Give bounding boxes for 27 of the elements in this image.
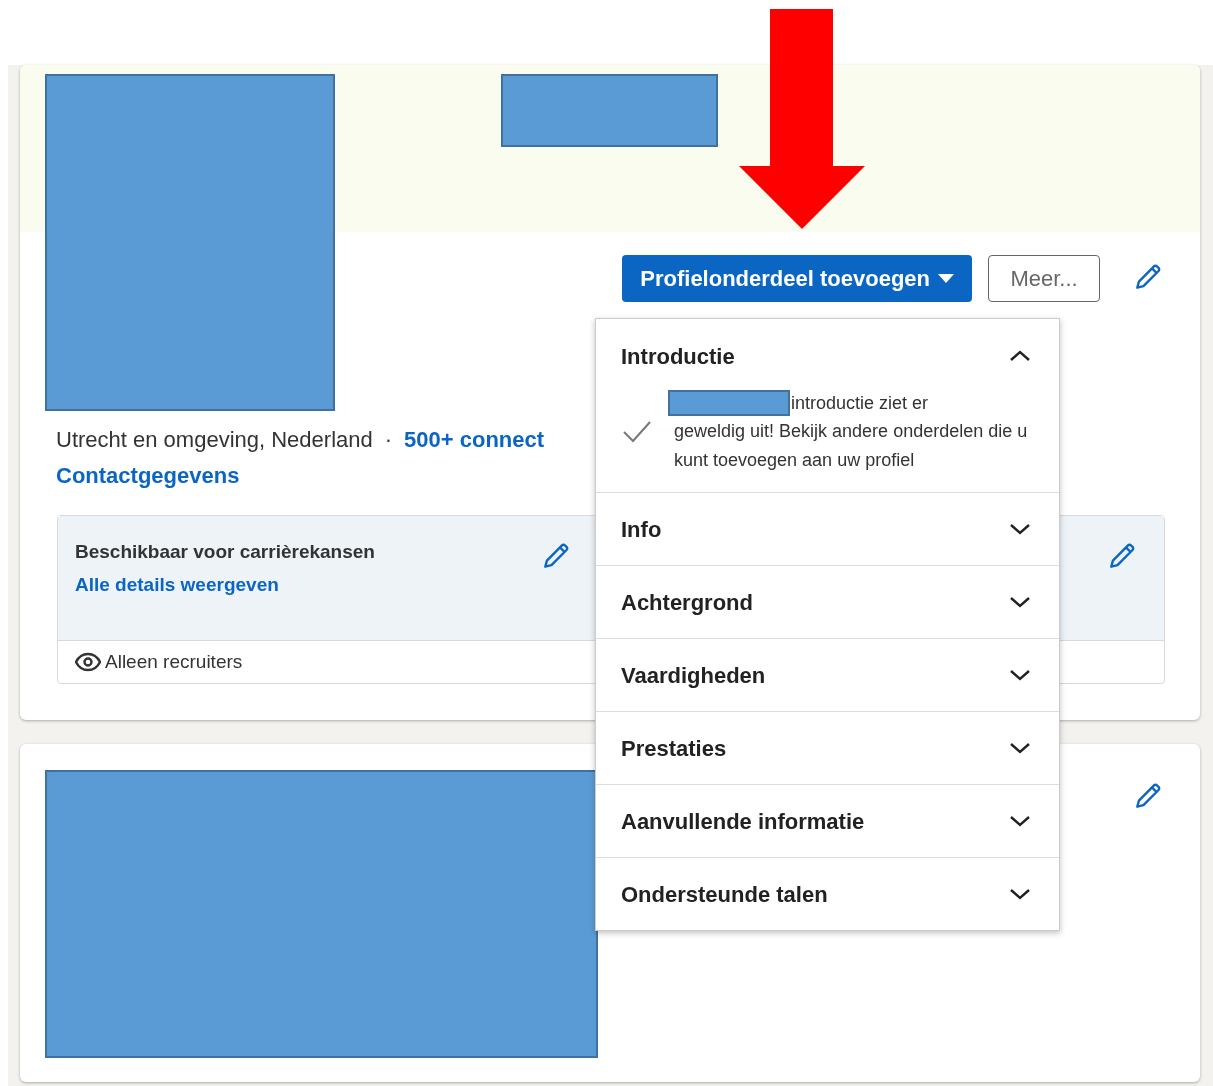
more-button[interactable]: Meer...: [988, 255, 1100, 302]
chevron-down-icon: [1009, 742, 1031, 754]
visibility-text: Alleen recruiters: [105, 649, 243, 674]
eye-icon: [75, 652, 101, 672]
section-header[interactable]: Vaardigheden: [596, 639, 1059, 711]
chevron-down-icon: [1009, 815, 1031, 827]
chevron-down-icon: [1009, 669, 1031, 681]
separator-dot: ·: [384, 426, 393, 454]
section-header[interactable]: Introductie: [596, 319, 1059, 393]
section-header[interactable]: Aanvullende informatie: [596, 785, 1059, 857]
intro-message: geweldig uit! Bekijk andere onderdelen die u kunt toevoegen aan uw profiel: [674, 420, 1029, 472]
section-header[interactable]: Ondersteunde talen: [596, 858, 1059, 930]
details-link[interactable]: Alle details weergeven: [75, 570, 279, 599]
contact-info-link[interactable]: Contactgegevens: [56, 459, 240, 492]
chevron-down-icon: [1009, 523, 1031, 535]
connections-link[interactable]: 500+ connect: [404, 423, 545, 456]
career-title: Beschikbaar voor carrièrekansen: [75, 540, 375, 564]
add-section-button[interactable]: Profielonderdeel toevoegen: [622, 255, 972, 302]
chevron-down-icon: [1009, 596, 1031, 608]
intro-message: introductie ziet er: [791, 391, 929, 415]
chevron-up-icon: [1009, 350, 1031, 362]
location-text: Utrecht en omgeving, Nederland: [56, 426, 373, 454]
caret-icon: [938, 273, 954, 284]
section-header[interactable]: Info: [596, 493, 1059, 565]
section-header[interactable]: Prestaties: [596, 712, 1059, 784]
chevron-down-icon: [1009, 888, 1031, 900]
section-header[interactable]: Achtergrond: [596, 566, 1059, 638]
